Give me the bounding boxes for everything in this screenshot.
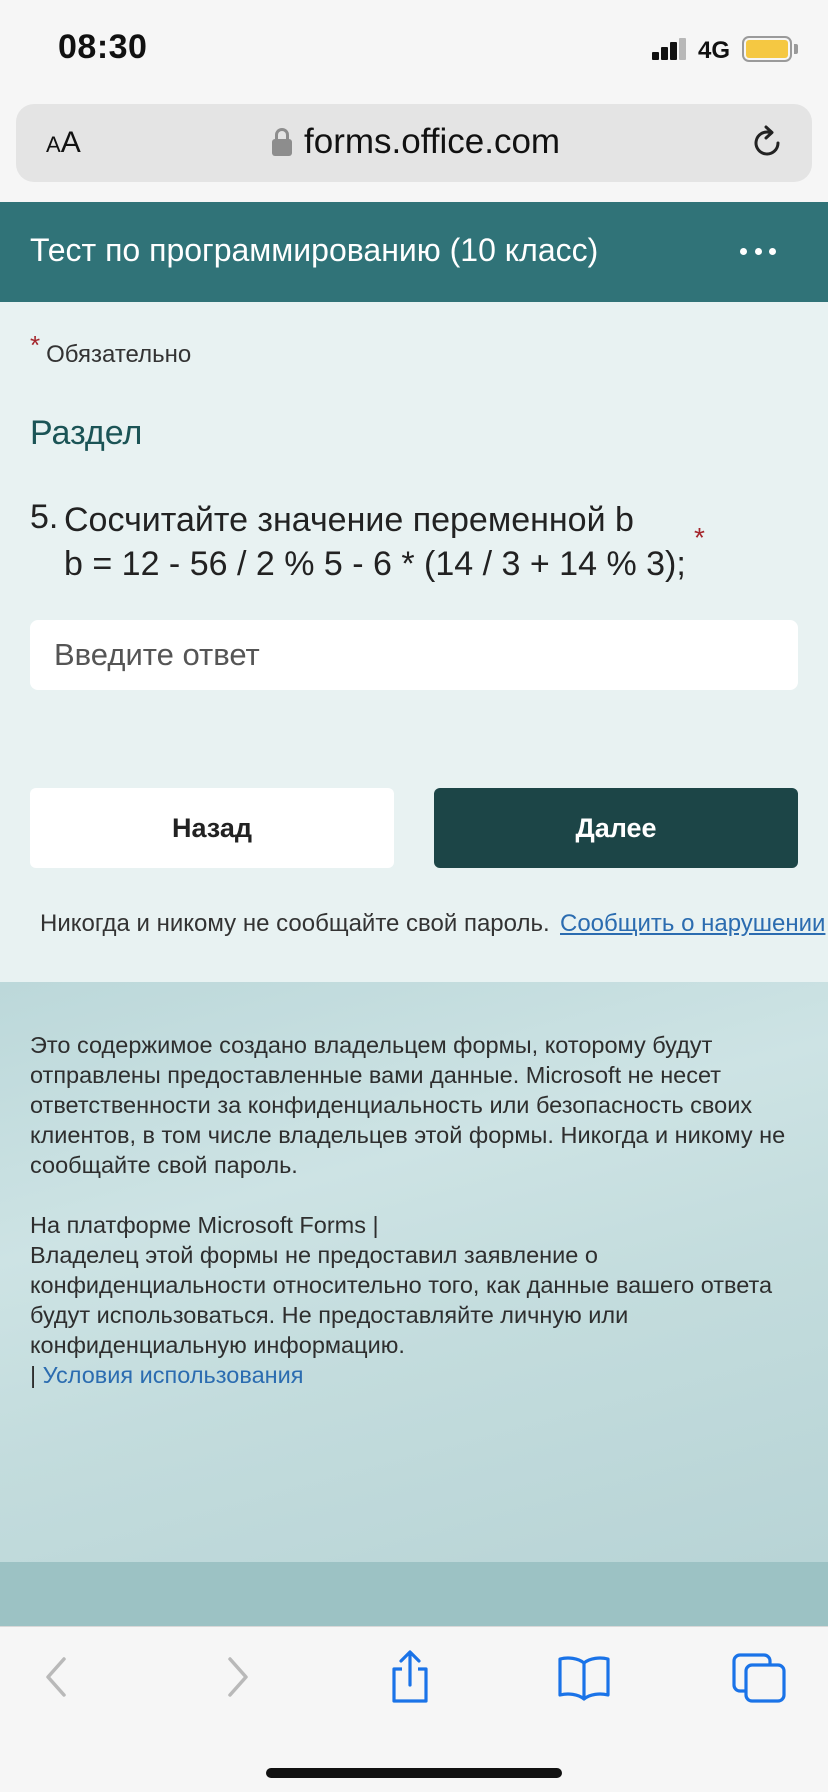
- question-number: 5.: [30, 498, 59, 536]
- question-text: Сосчитайте значение переменной b b = 12 …: [64, 498, 686, 586]
- screen: 08:30 4G AA forms.office.com Тест по про…: [0, 0, 828, 1792]
- question-line-2: b = 12 - 56 / 2 % 5 - 6 * (14 / 3 + 14 %…: [64, 545, 686, 583]
- answer-input[interactable]: [30, 620, 798, 690]
- status-bar: 08:30 4G: [0, 0, 828, 100]
- share-icon[interactable]: [380, 1649, 440, 1705]
- footer-strip: [0, 1562, 828, 1626]
- footer: Это содержимое создано владельцем формы,…: [0, 982, 828, 1562]
- url-text[interactable]: forms.office.com: [304, 122, 560, 162]
- required-label: Обязательно: [46, 341, 192, 368]
- next-button[interactable]: Далее: [434, 788, 798, 868]
- footer-privacy: Владелец этой формы не предоставил заявл…: [30, 1242, 773, 1358]
- cellular-signal-icon: [652, 38, 686, 60]
- address-bar[interactable]: AA forms.office.com: [16, 104, 812, 182]
- more-icon[interactable]: [740, 238, 776, 264]
- report-abuse-link[interactable]: Сообщить о нарушении: [560, 910, 825, 938]
- footer-platform: На платформе Microsoft Forms |: [30, 1212, 379, 1238]
- text-size-button[interactable]: AA: [46, 126, 81, 160]
- required-star: *: [30, 330, 41, 360]
- battery-icon: [742, 36, 792, 62]
- question-required-star: *: [694, 522, 705, 553]
- tabs-icon[interactable]: [730, 1649, 790, 1705]
- footer-disclaimer: Это содержимое создано владельцем формы,…: [30, 1032, 786, 1178]
- network-type: 4G: [698, 37, 731, 64]
- form-title: Тест по программированию (10 класс): [30, 232, 599, 268]
- back-button[interactable]: Назад: [30, 788, 394, 868]
- footer-text: Это содержимое создано владельцем формы,…: [30, 1030, 800, 1390]
- status-time: 08:30: [58, 28, 148, 66]
- browser-toolbar: [0, 1626, 828, 1792]
- home-indicator[interactable]: [266, 1768, 562, 1778]
- forward-arrow-icon[interactable]: [206, 1649, 266, 1705]
- question-line-1: Сосчитайте значение переменной b: [64, 501, 634, 539]
- lock-icon: [272, 128, 292, 158]
- password-note: Никогда и никому не сообщайте свой парол…: [40, 910, 550, 937]
- required-note: * Обязательно: [30, 330, 192, 369]
- footer-terms: | Условия использования: [30, 1362, 304, 1388]
- form-body: * Обязательно Раздел 5. Сосчитайте значен…: [0, 302, 828, 982]
- back-arrow-icon[interactable]: [28, 1649, 88, 1705]
- bookmarks-icon[interactable]: [554, 1649, 614, 1705]
- form-header: Тест по программированию (10 класс): [0, 202, 828, 302]
- section-title: Раздел: [30, 414, 143, 452]
- reload-icon[interactable]: [748, 124, 786, 162]
- battery-tip: [794, 44, 798, 54]
- terms-link[interactable]: Условия использования: [43, 1362, 304, 1388]
